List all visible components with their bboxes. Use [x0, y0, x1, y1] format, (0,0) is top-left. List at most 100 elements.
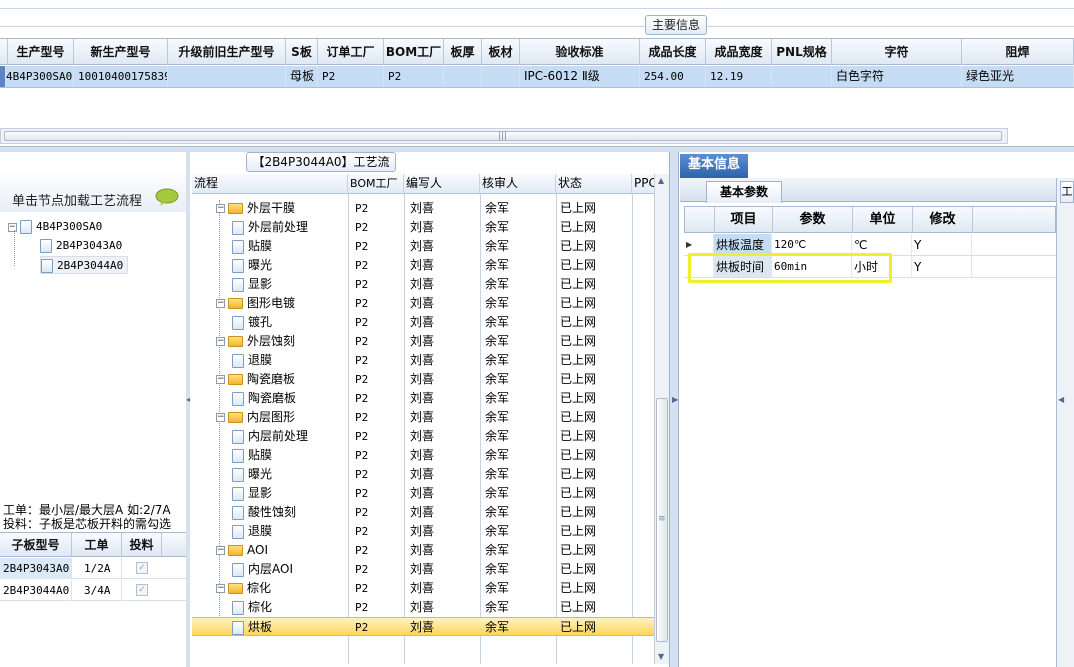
flow-factory-cell[interactable]: P2: [355, 256, 368, 275]
horizontal-scrollbar[interactable]: |||: [0, 128, 1008, 144]
flow-reviewer-cell[interactable]: 余军: [485, 313, 509, 332]
flow-group-row[interactable]: − 外层蚀刻 P2 刘喜 余军 已上网: [192, 332, 654, 351]
flow-reviewer-cell[interactable]: 余军: [485, 484, 509, 503]
flow-reviewer-cell[interactable]: 余军: [485, 237, 509, 256]
flow-writer-cell[interactable]: 刘喜: [410, 389, 434, 408]
flow-status-cell[interactable]: 已上网: [560, 218, 596, 237]
col-character[interactable]: 字符: [832, 39, 962, 65]
flow-status-cell[interactable]: 已上网: [560, 313, 596, 332]
flow-status-cell[interactable]: 已上网: [560, 294, 596, 313]
col-flow-writer[interactable]: 编写人: [404, 174, 480, 193]
flow-writer-cell[interactable]: 刘喜: [410, 218, 434, 237]
flow-writer-cell[interactable]: 刘喜: [410, 560, 434, 579]
right-splitter[interactable]: [670, 152, 678, 667]
flow-step-row[interactable]: 内层AOI P2 刘喜 余军 已上网: [192, 560, 654, 579]
flow-name-cell[interactable]: 镀孔: [232, 313, 272, 332]
flow-status-cell[interactable]: 已上网: [560, 503, 596, 522]
flow-factory-cell[interactable]: P2: [355, 313, 368, 332]
col-item[interactable]: 项目: [715, 207, 773, 233]
flow-step-row[interactable]: 贴膜 P2 刘喜 余军 已上网: [192, 446, 654, 465]
flow-name-cell[interactable]: − 棕化: [216, 579, 271, 598]
flow-factory-cell[interactable]: P2: [355, 522, 368, 541]
flow-writer-cell[interactable]: 刘喜: [410, 237, 434, 256]
flow-factory-cell[interactable]: P2: [355, 484, 368, 503]
flow-name-cell[interactable]: 棕化: [232, 598, 272, 617]
flow-name-cell[interactable]: 显影: [232, 484, 272, 503]
collapse-icon[interactable]: −: [216, 546, 225, 555]
flow-writer-cell[interactable]: 刘喜: [410, 351, 434, 370]
sub-board-row[interactable]: 2B4P3044A0 3/4A ✓: [0, 580, 186, 601]
cell-thickness[interactable]: [444, 66, 482, 87]
flow-status-cell[interactable]: 已上网: [560, 465, 596, 484]
scroll-up-icon[interactable]: ▲: [658, 176, 664, 185]
collapse-right-icon[interactable]: ◀: [1058, 395, 1064, 404]
col-param[interactable]: 参数: [773, 207, 853, 233]
flow-writer-cell[interactable]: 刘喜: [410, 503, 434, 522]
flow-group-row[interactable]: − 图形电镀 P2 刘喜 余军 已上网: [192, 294, 654, 313]
flow-status-cell[interactable]: 已上网: [560, 541, 596, 560]
cell-item[interactable]: 烘板温度: [714, 234, 772, 255]
flow-factory-cell[interactable]: P2: [355, 199, 368, 218]
flow-name-cell[interactable]: − 内层图形: [216, 408, 295, 427]
collapse-icon[interactable]: −: [216, 584, 225, 593]
cell-pnl[interactable]: [772, 66, 832, 87]
flow-name-cell[interactable]: 显影: [232, 275, 272, 294]
flow-reviewer-cell[interactable]: 余军: [485, 541, 509, 560]
flow-writer-cell[interactable]: 刘喜: [410, 541, 434, 560]
col-order-factory[interactable]: 订单工厂: [318, 39, 384, 65]
flow-group-row[interactable]: − 陶瓷磨板 P2 刘喜 余军 已上网: [192, 370, 654, 389]
flow-name-cell[interactable]: 曝光: [232, 256, 272, 275]
flow-writer-cell[interactable]: 刘喜: [410, 579, 434, 598]
flow-factory-cell[interactable]: P2: [355, 351, 368, 370]
flow-name-cell[interactable]: 退膜: [232, 351, 272, 370]
flow-step-row[interactable]: 棕化 P2 刘喜 余军 已上网: [192, 598, 654, 617]
flow-status-cell[interactable]: 已上网: [560, 427, 596, 446]
flow-writer-cell[interactable]: 刘喜: [410, 256, 434, 275]
edge-tab[interactable]: 工: [1060, 181, 1074, 203]
scroll-down-icon[interactable]: ▼: [658, 652, 664, 661]
flow-factory-cell[interactable]: P2: [355, 579, 368, 598]
collapse-icon[interactable]: −: [216, 299, 225, 308]
flow-status-cell[interactable]: 已上网: [560, 618, 596, 637]
flow-reviewer-cell[interactable]: 余军: [485, 256, 509, 275]
cell-order-factory[interactable]: P2: [318, 66, 384, 87]
flow-writer-cell[interactable]: 刘喜: [410, 313, 434, 332]
flow-step-row[interactable]: 显影 P2 刘喜 余军 已上网: [192, 484, 654, 503]
flow-reviewer-cell[interactable]: 余军: [485, 351, 509, 370]
flow-name-cell[interactable]: 内层AOI: [232, 560, 293, 579]
flow-factory-cell[interactable]: P2: [355, 598, 368, 617]
cell-material[interactable]: [482, 66, 520, 87]
flow-status-cell[interactable]: 已上网: [560, 408, 596, 427]
col-old-model[interactable]: 升级前旧生产型号: [168, 39, 286, 65]
flow-status-cell[interactable]: 已上网: [560, 351, 596, 370]
flow-status-cell[interactable]: 已上网: [560, 598, 596, 617]
right-edge-splitter[interactable]: [1056, 178, 1074, 667]
tree-node-child[interactable]: 2B4P3043A0: [40, 237, 122, 255]
col-flow-status[interactable]: 状态: [556, 174, 632, 193]
flow-name-cell[interactable]: 内层前处理: [232, 427, 308, 446]
col-s-board[interactable]: S板: [286, 39, 318, 65]
flow-reviewer-cell[interactable]: 余军: [485, 522, 509, 541]
cell-sub-model[interactable]: 2B4P3044A0: [0, 580, 72, 601]
flow-step-row[interactable]: 显影 P2 刘喜 余军 已上网: [192, 275, 654, 294]
flow-reviewer-cell[interactable]: 余军: [485, 294, 509, 313]
flow-name-cell[interactable]: 陶瓷磨板: [232, 389, 296, 408]
flow-writer-cell[interactable]: 刘喜: [410, 370, 434, 389]
flow-step-row[interactable]: 内层前处理 P2 刘喜 余军 已上网: [192, 427, 654, 446]
col-flow-reviewer[interactable]: 核审人: [480, 174, 556, 193]
flow-factory-cell[interactable]: P2: [355, 560, 368, 579]
flow-factory-cell[interactable]: P2: [355, 218, 368, 237]
flow-status-cell[interactable]: 已上网: [560, 560, 596, 579]
flow-name-cell[interactable]: − 陶瓷磨板: [216, 370, 295, 389]
flow-status-cell[interactable]: 已上网: [560, 370, 596, 389]
flow-name-cell[interactable]: − 图形电镀: [216, 294, 295, 313]
flow-name-cell[interactable]: − 外层干膜: [216, 199, 295, 218]
col-flow[interactable]: 流程: [192, 174, 348, 193]
cell-new-model[interactable]: 10010400175839: [74, 66, 168, 87]
flow-name-cell[interactable]: 烘板: [232, 618, 272, 637]
flow-reviewer-cell[interactable]: 余军: [485, 618, 509, 637]
flow-reviewer-cell[interactable]: 余军: [485, 199, 509, 218]
flow-reviewer-cell[interactable]: 余军: [485, 427, 509, 446]
tab-basic-params[interactable]: 基本参数: [706, 181, 782, 203]
flow-writer-cell[interactable]: 刘喜: [410, 332, 434, 351]
